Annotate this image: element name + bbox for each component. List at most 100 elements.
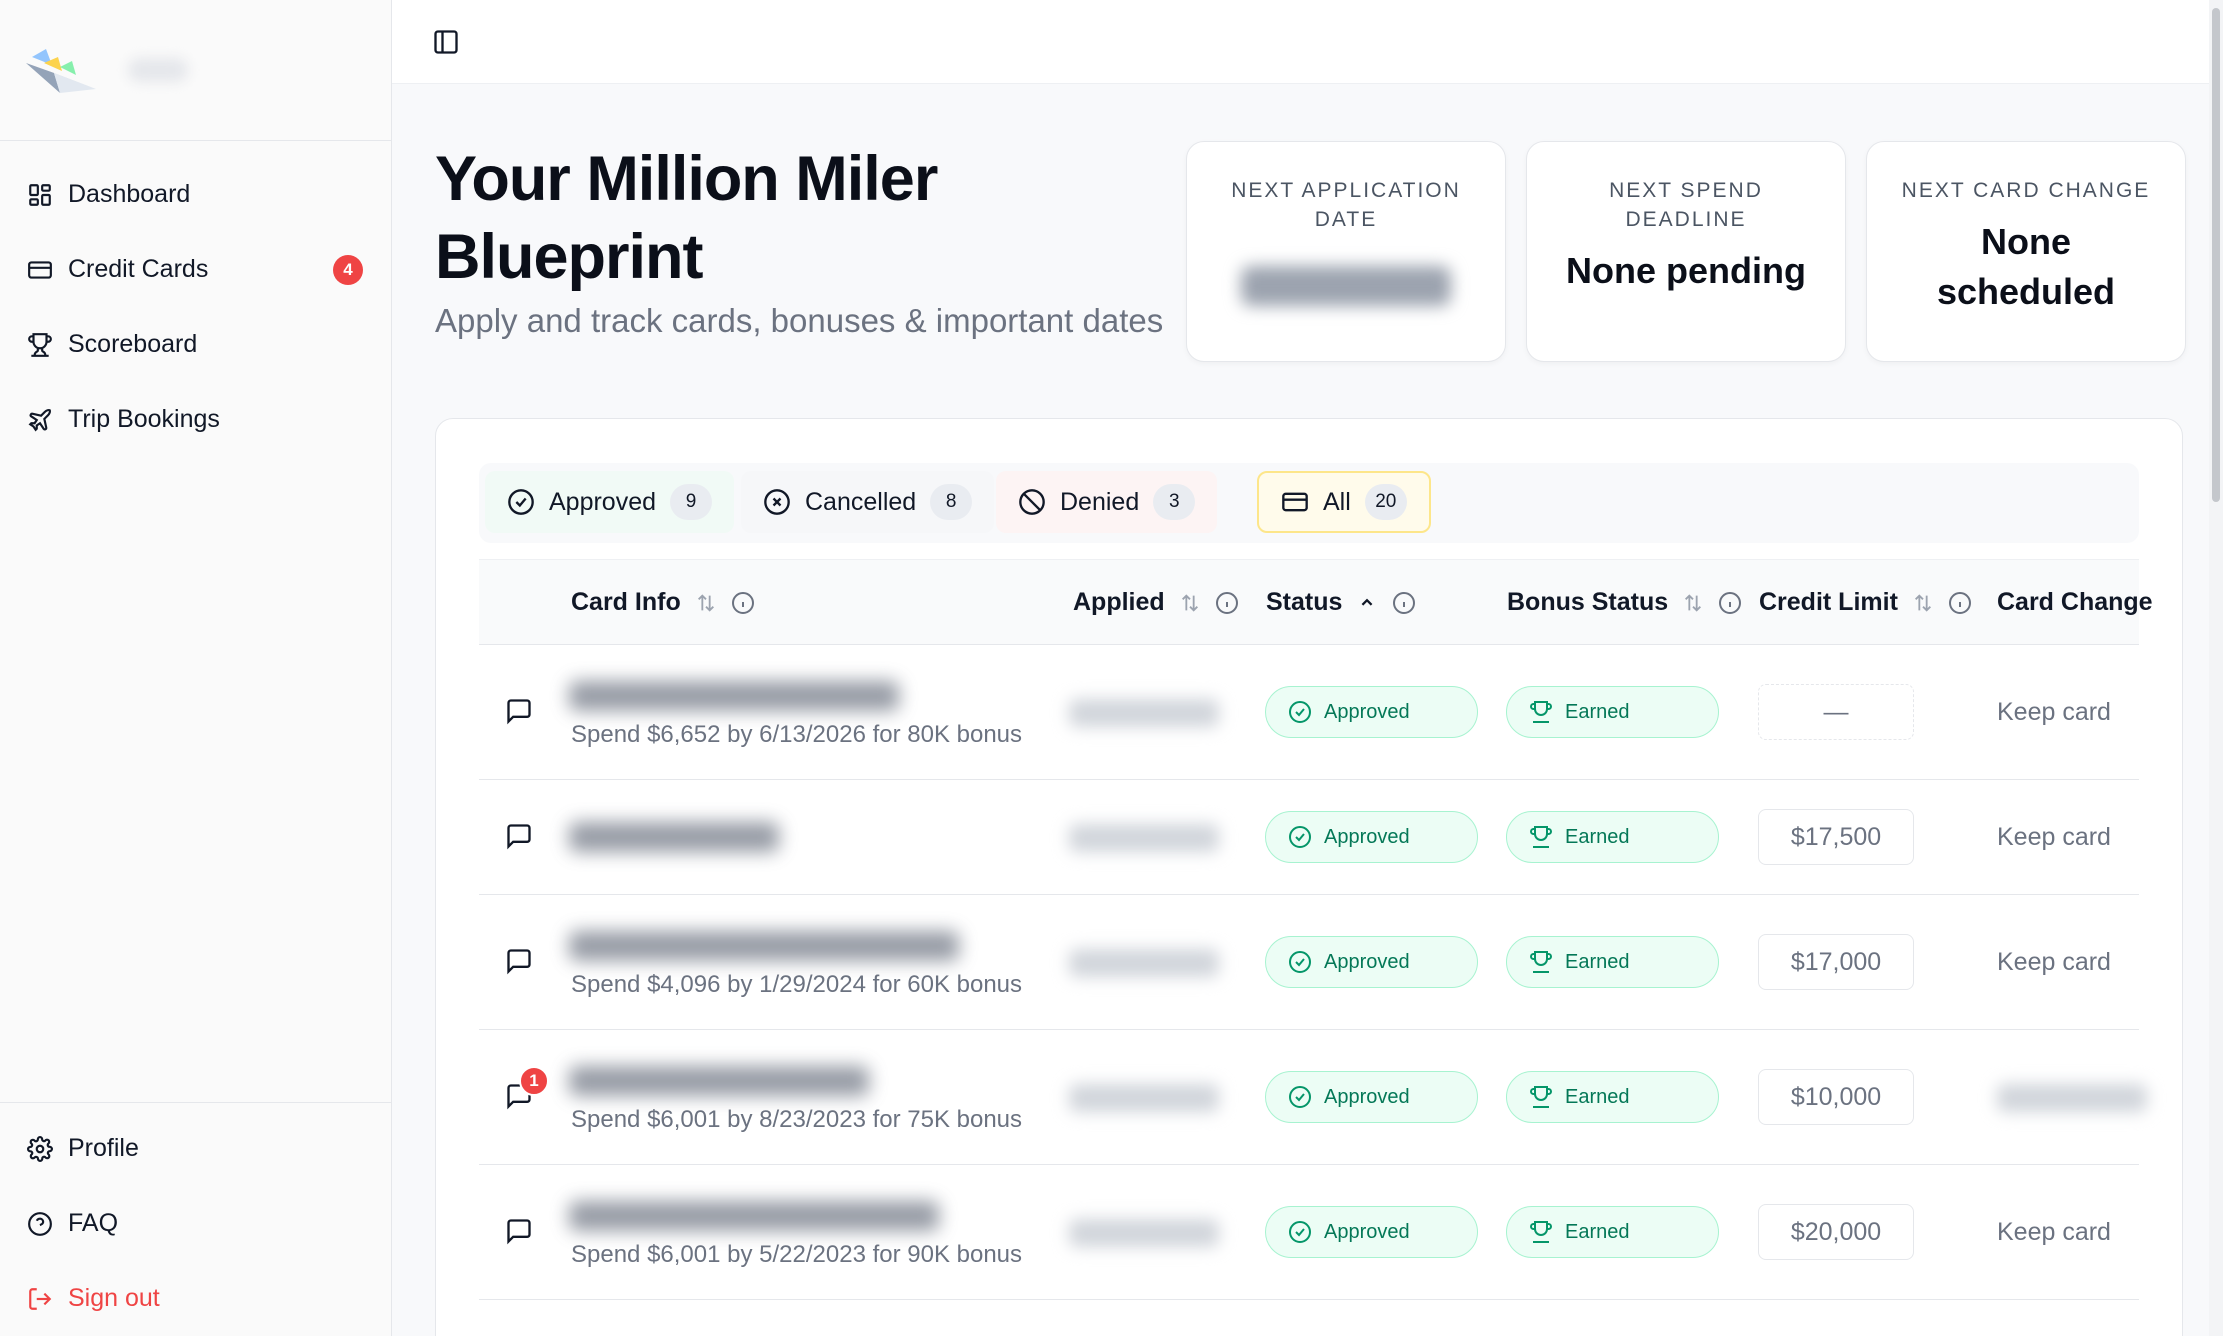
check-circle-icon [1289,1086,1311,1108]
scrollbar-thumb[interactable] [2212,8,2220,502]
comment-button[interactable] [505,822,535,852]
nav-label: FAQ [68,1209,119,1237]
info-icon[interactable] [731,591,755,615]
column-credit-limit[interactable]: Credit Limit [1759,560,1972,645]
sort-icon[interactable] [1179,592,1201,614]
nav-label: Dashboard [68,180,191,208]
comment-button[interactable]: 1 [505,1066,549,1112]
sidebar-toggle-button[interactable] [430,26,462,58]
status-label: Approved [1324,700,1410,723]
cards-table: Card Info Applied Status Bonus Status Cr [479,559,2153,1336]
table-row[interactable]: Spend $6,001 by 5/22/2023 for 90K bonus … [479,1165,2139,1300]
credit-limit-field[interactable]: $17,500 [1758,809,1914,865]
page-subtitle: Apply and track cards, bonuses & importa… [435,302,1164,339]
top-bar [392,0,2223,84]
stat-value-redacted [1241,266,1451,306]
filter-label: Cancelled [805,487,917,516]
message-square-icon [507,949,531,975]
sort-icon[interactable] [695,592,717,614]
card-change-value[interactable]: Keep card [1997,948,2111,977]
applied-date-redacted [1069,699,1219,727]
table-row[interactable]: Approved Earned $17,500 Keep card [479,780,2139,895]
card-change-value[interactable]: Keep card [1997,823,2111,852]
spend-requirement: Spend $6,001 by 8/23/2023 for 75K bonus [571,1106,1023,1133]
info-icon[interactable] [1392,591,1416,615]
sort-icon[interactable] [1682,592,1704,614]
nav-label: Scoreboard [68,330,198,358]
nav-scoreboard[interactable]: Scoreboard [0,307,391,382]
check-circle-icon [1289,951,1311,973]
filter-count: 8 [930,484,973,520]
column-card-change[interactable]: Card Change [1997,560,2153,645]
column-applied[interactable]: Applied [1073,560,1239,645]
panel-left-icon [434,30,458,54]
comment-button[interactable] [505,697,535,727]
stat-value: None scheduled [1936,221,2116,312]
table-row[interactable]: Spend $6,652 by 6/13/2026 for 80K bonus … [479,645,2139,780]
nav-label: Trip Bookings [68,405,220,433]
nav-profile[interactable]: Profile [0,1111,391,1186]
filter-cancelled[interactable]: Cancelled 8 [741,471,995,533]
nav-label: Profile [68,1134,139,1162]
column-bonus-status[interactable]: Bonus Status [1507,560,1742,645]
comment-button[interactable] [505,1217,535,1247]
bonus-badge: Earned [1506,811,1719,863]
card-change-value[interactable]: Keep card [1997,698,2111,727]
status-filter-tabs: Approved 9 Cancelled 8 Denied 3 All 20 [479,463,2139,543]
table-row[interactable]: 1 Spend $6,001 by 8/23/2023 for 75K bonu… [479,1030,2147,1165]
filter-label: All [1323,487,1351,516]
info-icon[interactable] [1718,591,1742,615]
dashboard-icon [26,181,54,209]
filter-count: 3 [1153,484,1196,520]
column-label: Applied [1073,588,1165,616]
bonus-label: Earned [1565,950,1630,973]
filter-all[interactable]: All 20 [1257,471,1431,533]
stat-next-application: NEXT APPLICATION DATE [1186,141,1506,362]
bonus-label: Earned [1565,825,1630,848]
nav-sign-out[interactable]: Sign out [0,1261,391,1336]
status-badge: Approved [1265,686,1478,738]
status-label: Approved [1324,1220,1410,1243]
column-label: Bonus Status [1507,588,1669,616]
table-row[interactable]: Spend $4,096 by 1/29/2024 for 60K bonus … [479,895,2139,1030]
applied-date-redacted [1069,949,1219,977]
sort-icon[interactable] [1912,592,1934,614]
table-row[interactable] [479,1300,2139,1336]
filter-approved[interactable]: Approved 9 [485,471,735,533]
stat-label: NEXT SPEND DEADLINE [1609,179,1763,231]
info-icon[interactable] [1948,591,1972,615]
nav-trip-bookings[interactable]: Trip Bookings [0,382,391,457]
column-card-info[interactable]: Card Info [571,560,755,645]
column-label: Card Info [571,588,681,616]
page-title: Your Million Miler Blueprint [435,144,938,292]
sidebar-footer: Profile FAQ Sign out [0,1102,391,1336]
brand[interactable] [0,0,391,141]
card-name-redacted [569,931,959,961]
status-badge: Approved [1265,936,1478,988]
check-circle-icon [1289,701,1311,723]
nav-dashboard[interactable]: Dashboard [0,157,391,232]
trophy-icon [1530,1086,1552,1108]
notification-badge: 4 [333,254,363,285]
credit-limit-field[interactable]: $17,000 [1758,934,1914,990]
sort-asc-icon[interactable] [1356,592,1378,614]
nav-label: Credit Cards [68,255,209,283]
comment-button[interactable] [505,947,535,977]
status-label: Approved [1324,950,1410,973]
filter-denied[interactable]: Denied 3 [996,471,1218,533]
credit-limit-field[interactable]: $10,000 [1758,1069,1914,1125]
spend-requirement: Spend $6,001 by 5/22/2023 for 90K bonus [571,1241,1023,1268]
credit-limit-field[interactable]: $20,000 [1758,1204,1914,1260]
nav-faq[interactable]: FAQ [0,1186,391,1261]
spend-requirement: Spend $6,652 by 6/13/2026 for 80K bonus [571,721,1023,748]
comment-count-badge: 1 [519,1066,549,1096]
page-scrollbar[interactable] [2209,0,2223,1336]
nav-label: Sign out [68,1284,160,1312]
info-icon[interactable] [1215,591,1239,615]
column-status[interactable]: Status [1266,560,1416,645]
paper-plane-logo [26,49,96,93]
card-change-value[interactable]: Keep card [1997,1218,2111,1247]
nav-credit-cards[interactable]: Credit Cards 4 [0,232,391,307]
credit-limit-field[interactable]: — [1758,684,1914,740]
message-square-icon [507,824,531,850]
